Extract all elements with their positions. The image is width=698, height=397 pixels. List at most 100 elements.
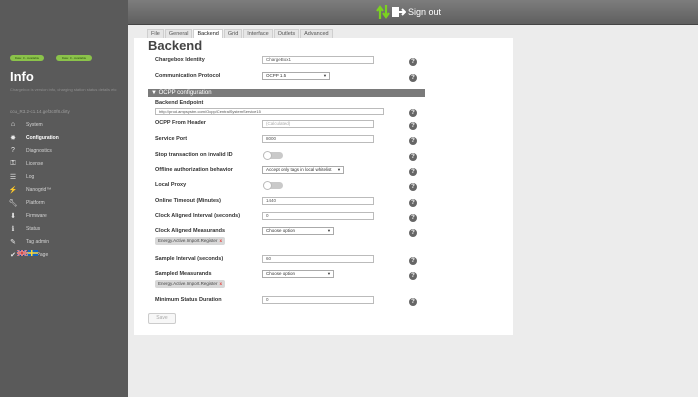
sidebar-item-label: Platform [26, 199, 45, 206]
clock-aligned-interval-label: Clock Aligned Interval (seconds) [155, 213, 241, 219]
tag-label: Energy.Active.Import.Register [158, 238, 218, 243]
sidebar-item-label: System [26, 121, 43, 128]
ocpp-from-header-input[interactable]: (Calculated) [262, 120, 374, 128]
status-pill-1: Date: 0 - Available [10, 55, 44, 61]
toggle-knob [263, 151, 272, 160]
sidebar-item-diagnostics[interactable]: ? Diagnostics [0, 145, 128, 156]
sidebar-item-firmware[interactable]: ⬇ Firmware [0, 210, 128, 221]
sidebar-item-label: Configuration [26, 134, 59, 141]
sample-interval-label: Sample Interval (seconds) [155, 256, 224, 262]
sidebar-item-label: Nanogrid™ [26, 186, 52, 193]
firmware-icon: ⬇ [10, 212, 16, 220]
help-icon[interactable]: ? [409, 257, 417, 265]
sidebar-item-label: Diagnostics [26, 147, 52, 154]
nanogrid-icon: ⚡ [8, 186, 18, 194]
home-icon: ⌂ [10, 121, 16, 128]
clock-aligned-measurands-select[interactable]: Choose option ▼ [262, 227, 334, 235]
help-icon[interactable]: ? [409, 168, 417, 176]
clock-aligned-measurands-placeholder: Choose option [266, 228, 296, 233]
sidebar-item-nanogrid[interactable]: ⚡ Nanogrid™ [0, 184, 128, 195]
sidebar-item-label: Status [26, 225, 41, 232]
help-icon[interactable]: ? [409, 183, 417, 191]
offline-auth-label: Offline authorization behavior [155, 167, 233, 173]
transfer-arrows-icon[interactable] [376, 4, 390, 20]
chevron-down-icon: ▼ [337, 167, 341, 172]
remove-tag-icon[interactable]: x [219, 238, 222, 243]
sidebar-item-status[interactable]: ℹ Status [0, 223, 128, 234]
sampled-measurand-tag: Energy.Active.Import.Register x [155, 280, 225, 288]
sidebar-item-label: Firmware [26, 212, 47, 219]
sign-out-label: Sign out [408, 7, 442, 17]
help-icon[interactable]: ? [409, 137, 417, 145]
help-icon[interactable]: ? [409, 122, 417, 130]
local-proxy-toggle[interactable] [263, 181, 283, 190]
sidebar-info-title: Info [10, 69, 34, 84]
chargebox-identity-label: Chargebox Identity [155, 57, 205, 63]
sign-out-button[interactable]: Sign out [392, 4, 441, 20]
tab-interface[interactable]: Interface [243, 29, 273, 38]
sign-out-icon [392, 7, 406, 17]
service-port-input[interactable]: 8000 [262, 135, 374, 143]
license-icon: ⚿ [10, 159, 16, 167]
ocpp-from-header-label: OCPP From Header [155, 120, 206, 126]
communication-protocol-select[interactable]: OCPP 1.5 ▼ [262, 72, 330, 80]
local-proxy-label: Local Proxy [155, 182, 187, 188]
min-status-duration-label: Minimum Status Duration [155, 297, 222, 303]
min-status-duration-input[interactable]: 0 [262, 296, 374, 304]
online-timeout-input[interactable]: 1440 [262, 197, 374, 205]
chargebox-identity-input[interactable]: ChargeBox1 [262, 56, 374, 64]
gear-icon: ✸ [10, 134, 16, 142]
clock-aligned-measurands-label: Clock Aligned Measurands [155, 228, 226, 234]
tab-general[interactable]: General [164, 29, 193, 38]
info-icon: ℹ [11, 225, 15, 233]
sidebar: Date: 0 - Available Date: 0 - Available … [0, 25, 128, 397]
sidebar-item-log[interactable]: ☰ Log [0, 171, 128, 182]
sampled-measurands-label: Sampled Measurands [155, 271, 212, 277]
sidebar-item-configuration[interactable]: ✸ Configuration [0, 132, 128, 143]
backend-endpoint-input[interactable]: http://prod.ampsystm.com/Ocpp/CentralSys… [155, 108, 384, 115]
sidebar-item-license[interactable]: ⚿ License [0, 158, 128, 169]
sidebar-info-description: Chargebox is version info, charging stat… [10, 87, 117, 92]
sidebar-item-label: License [26, 160, 44, 167]
log-icon: ☰ [9, 173, 17, 181]
config-tabs: File General Backend Grid Interface Outl… [147, 29, 333, 38]
help-icon[interactable]: ? [409, 229, 417, 237]
status-pill-2: Date: 0 - Available [56, 55, 92, 61]
tab-file[interactable]: File [147, 29, 164, 38]
sample-interval-input[interactable]: 60 [262, 255, 374, 263]
sampled-measurands-select[interactable]: Choose option ▼ [262, 270, 334, 278]
help-icon[interactable]: ? [409, 272, 417, 280]
help-icon[interactable]: ? [409, 109, 417, 117]
content-panel [134, 38, 513, 335]
question-icon: ? [11, 147, 15, 154]
uk-flag-icon[interactable] [17, 250, 27, 256]
backend-endpoint-label: Backend Endpoint [155, 100, 204, 106]
sidebar-item-tag-admin[interactable]: ✎ Tag admin [0, 236, 128, 247]
clock-aligned-interval-input[interactable]: 0 [262, 212, 374, 220]
swedish-flag-icon[interactable] [28, 250, 38, 256]
sidebar-item-system[interactable]: ⌂ System [0, 119, 128, 130]
help-icon[interactable]: ? [409, 58, 417, 66]
help-icon[interactable]: ? [409, 214, 417, 222]
offline-auth-select[interactable]: Accept only tags in local whitelist ▼ [262, 166, 344, 174]
toggle-knob [263, 181, 272, 190]
tab-advanced[interactable]: Advanced [300, 29, 333, 38]
help-icon[interactable]: ? [409, 74, 417, 82]
offline-auth-value: Accept only tags in local whitelist [266, 167, 332, 172]
stop-transaction-label: Stop transaction on invalid ID [155, 152, 233, 158]
sidebar-item-platform[interactable]: 🔧︎ Platform [0, 197, 128, 208]
remove-tag-icon[interactable]: x [219, 281, 222, 286]
help-icon[interactable]: ? [409, 199, 417, 207]
online-timeout-label: Online Timeout (Minutes) [155, 198, 221, 204]
sidebar-item-label: Log [26, 173, 35, 180]
save-button[interactable]: Save [148, 313, 176, 324]
tab-outlets[interactable]: Outlets [273, 29, 300, 38]
tab-grid[interactable]: Grid [223, 29, 243, 38]
stop-transaction-toggle[interactable] [263, 151, 283, 160]
ocpp-configuration-section[interactable]: ▼ OCPP configuration [148, 89, 425, 97]
tab-backend[interactable]: Backend [193, 29, 223, 38]
help-icon[interactable]: ? [409, 153, 417, 161]
help-icon[interactable]: ? [409, 298, 417, 306]
top-bar: Sign out [0, 0, 698, 25]
service-port-label: Service Port [155, 136, 188, 142]
